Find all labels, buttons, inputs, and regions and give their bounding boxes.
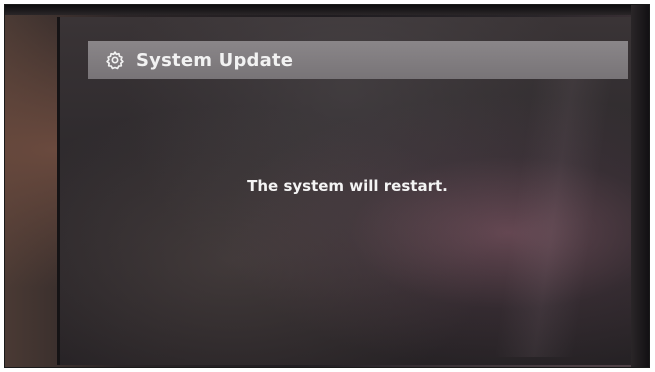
screen-glare (493, 57, 617, 357)
page-title: System Update (136, 49, 294, 71)
device-bezel (5, 5, 649, 15)
gear-icon (104, 49, 126, 71)
title-bar: System Update (88, 41, 628, 79)
restart-message: The system will restart. (247, 177, 448, 195)
device-photo-frame: System Update The system will restart. (4, 4, 650, 368)
display-screen: System Update The system will restart. (57, 17, 637, 365)
device-side-edge (631, 5, 649, 367)
